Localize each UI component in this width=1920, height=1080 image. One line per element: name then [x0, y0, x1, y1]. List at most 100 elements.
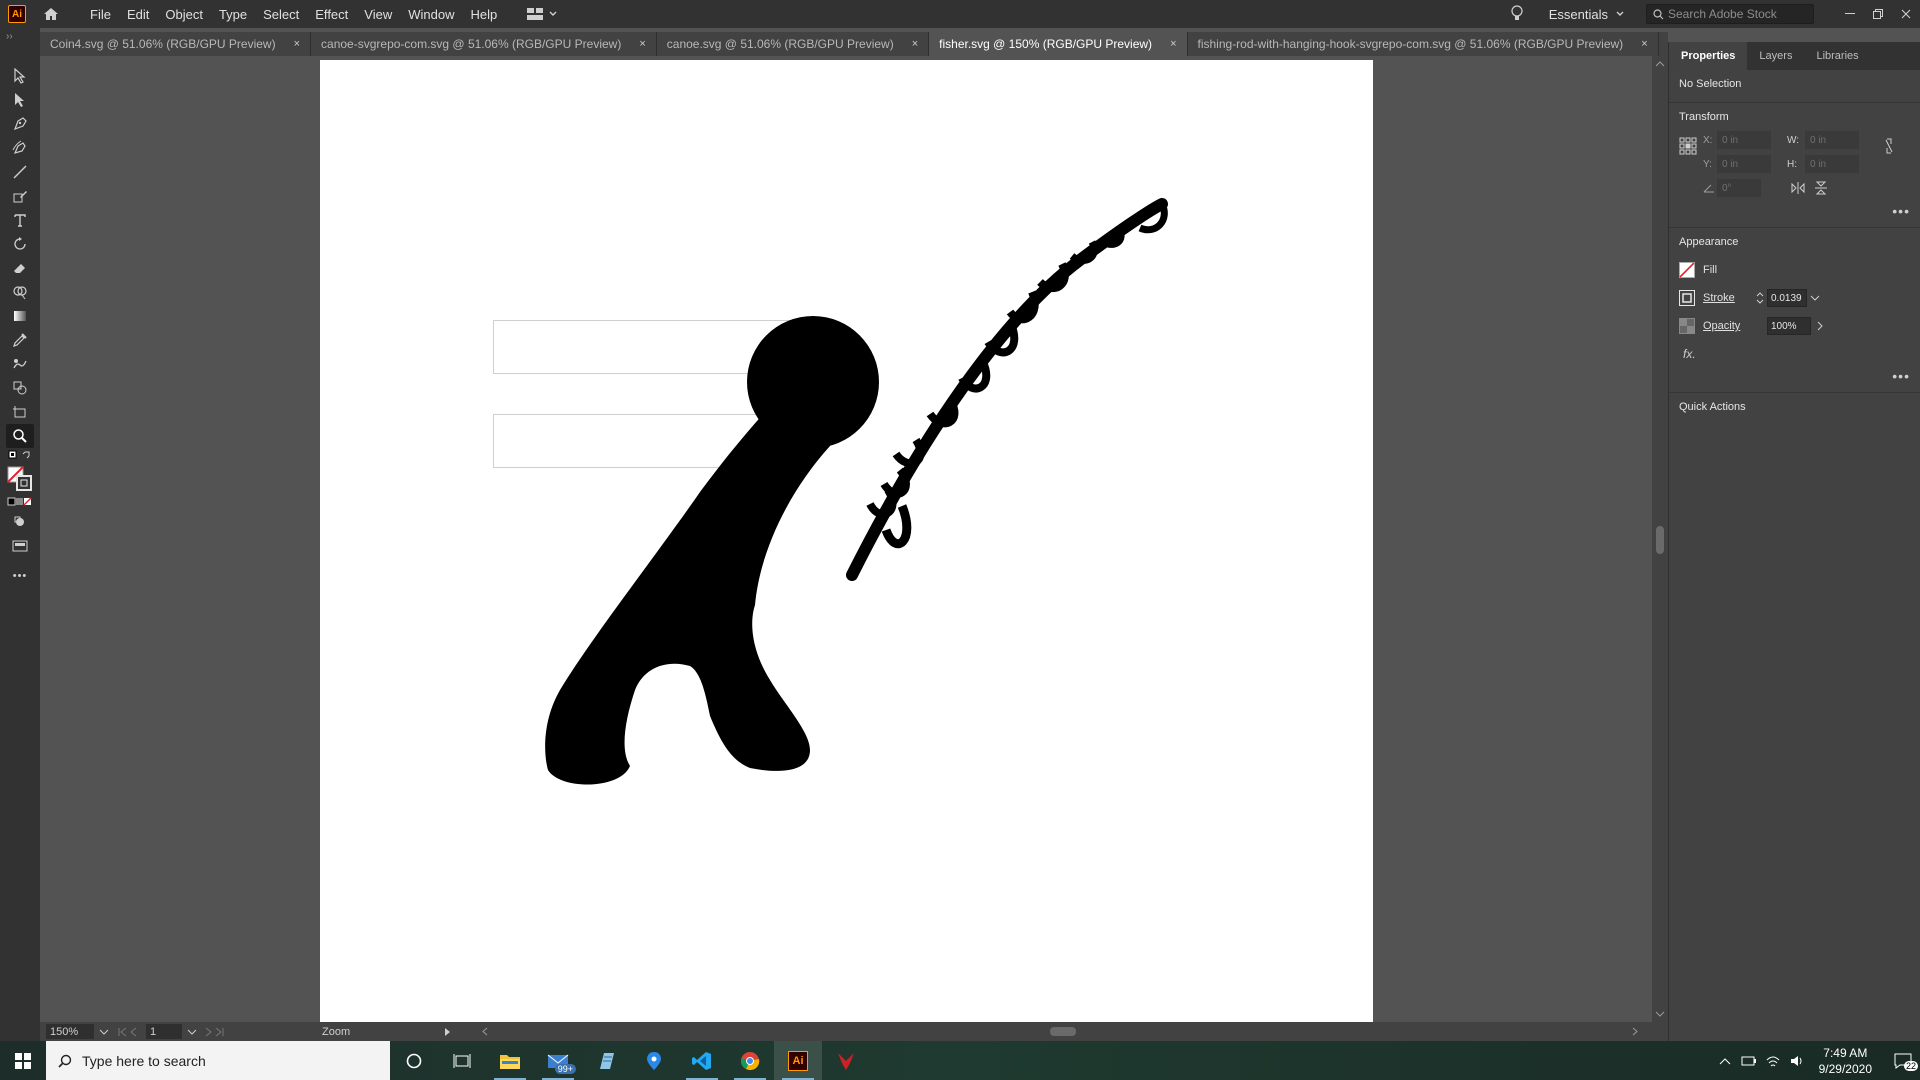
menu-object[interactable]: Object [157, 7, 211, 22]
tab-fisher[interactable]: fisher.svg @ 150% (RGB/GPU Preview) × [929, 32, 1188, 56]
next-artboard-icon[interactable] [204, 1027, 214, 1037]
chevron-right-icon[interactable] [1815, 321, 1825, 331]
restore-button[interactable] [1864, 0, 1892, 28]
horizontal-scrollbar[interactable] [480, 1025, 1640, 1038]
tab-properties[interactable]: Properties [1669, 42, 1748, 70]
menu-effect[interactable]: Effect [307, 7, 356, 22]
menu-file[interactable]: File [82, 7, 119, 22]
menu-select[interactable]: Select [255, 7, 307, 22]
vertical-scrollbar[interactable] [1652, 56, 1668, 1022]
menu-view[interactable]: View [356, 7, 400, 22]
last-artboard-icon[interactable] [214, 1027, 226, 1037]
battery-icon[interactable] [1737, 1055, 1761, 1067]
menu-help[interactable]: Help [462, 7, 505, 22]
default-fill-stroke-button[interactable] [6, 448, 34, 464]
more-appearance-options[interactable]: ••• [1679, 368, 1910, 384]
chrome-button[interactable] [726, 1041, 774, 1080]
pencil-tool[interactable] [6, 184, 34, 208]
menu-edit[interactable]: Edit [119, 7, 157, 22]
tab-layers[interactable]: Layers [1747, 42, 1804, 70]
volume-icon[interactable] [1785, 1054, 1809, 1068]
cortana-button[interactable] [390, 1041, 438, 1080]
mail-button[interactable]: 99+ [534, 1041, 582, 1080]
edit-toolbar-button[interactable]: ••• [6, 564, 34, 588]
workspace-switcher[interactable]: Essentials [1549, 7, 1624, 22]
taskbar-search-input[interactable] [82, 1052, 362, 1069]
system-clock[interactable]: 7:49 AM 9/29/2020 [1819, 1045, 1872, 1077]
file-explorer-button[interactable] [486, 1041, 534, 1080]
zoom-tool[interactable] [6, 424, 34, 448]
chevron-down-icon[interactable] [98, 1028, 110, 1036]
artboard[interactable] [320, 60, 1373, 1022]
show-hidden-icons[interactable] [1713, 1057, 1737, 1065]
start-button[interactable] [0, 1041, 46, 1080]
flip-horizontal-icon[interactable] [1791, 182, 1805, 194]
scroll-right-icon[interactable] [1630, 1025, 1640, 1038]
scroll-left-icon[interactable] [480, 1025, 490, 1038]
lightbulb-icon[interactable] [1511, 4, 1523, 24]
rotate-tool[interactable] [6, 232, 34, 256]
pen-tool[interactable] [6, 112, 34, 136]
close-tab-icon[interactable]: × [912, 38, 918, 50]
tab-canoe-svgrepo[interactable]: canoe-svgrepo-com.svg @ 51.06% (RGB/GPU … [311, 32, 657, 56]
color-mode-buttons[interactable] [6, 494, 34, 510]
blend-tool[interactable] [6, 376, 34, 400]
fx-button[interactable]: fx. [1683, 347, 1696, 361]
w-field[interactable]: 0 in [1805, 131, 1859, 149]
close-tab-icon[interactable]: × [1641, 38, 1647, 50]
scroll-up-icon[interactable] [1652, 58, 1668, 70]
more-transform-options[interactable]: ••• [1679, 203, 1910, 219]
tab-canoe[interactable]: canoe.svg @ 51.06% (RGB/GPU Preview) × [656, 32, 930, 56]
tab-fishing-rod[interactable]: fishing-rod-with-hanging-hook-svgrepo-co… [1187, 32, 1659, 56]
chevron-down-icon[interactable] [186, 1028, 198, 1036]
maps-button[interactable] [630, 1041, 678, 1080]
type-tool[interactable] [6, 208, 34, 232]
draw-mode-button[interactable] [6, 510, 34, 534]
taskbar-search[interactable] [46, 1041, 390, 1080]
network-icon[interactable] [1761, 1054, 1785, 1068]
h-field[interactable]: 0 in [1805, 155, 1859, 173]
red-app-button[interactable] [822, 1041, 870, 1080]
rotate-angle-field[interactable]: 0° [1717, 179, 1761, 197]
close-window-button[interactable] [1892, 0, 1920, 28]
gradient-tool[interactable] [6, 304, 34, 328]
chevron-down-icon[interactable] [1809, 294, 1821, 302]
toolbar-collapse-button[interactable]: ›› [0, 28, 40, 56]
stroke-weight-field[interactable]: 0.0139 [1767, 289, 1807, 307]
stepper-icon[interactable] [1755, 290, 1765, 306]
stroke-label[interactable]: Stroke [1703, 292, 1755, 304]
flip-vertical-icon[interactable] [1815, 181, 1827, 195]
fishing-rod[interactable] [846, 198, 1168, 581]
fill-stroke-swatches[interactable] [6, 464, 34, 494]
zoom-level-field[interactable]: 150% [46, 1024, 94, 1039]
close-tab-icon[interactable]: × [1170, 38, 1176, 50]
direct-selection-tool[interactable] [6, 88, 34, 112]
eraser-tool[interactable] [6, 256, 34, 280]
opacity-field[interactable]: 100% [1767, 317, 1811, 335]
y-field[interactable]: 0 in [1717, 155, 1771, 173]
home-icon[interactable] [42, 5, 60, 23]
close-tab-icon[interactable]: × [639, 38, 645, 50]
shape-builder-tool[interactable] [6, 280, 34, 304]
first-artboard-icon[interactable] [116, 1027, 128, 1037]
arrange-documents-button[interactable] [527, 8, 557, 20]
fisher-artwork[interactable] [320, 60, 1373, 1022]
selection-tool[interactable] [6, 64, 34, 88]
constrain-proportions-icon[interactable] [1883, 131, 1895, 203]
curvature-tool[interactable] [6, 136, 34, 160]
minimize-button[interactable] [1836, 0, 1864, 28]
adobe-stock-search[interactable] [1646, 4, 1814, 24]
status-menu-arrow-icon[interactable] [442, 1027, 452, 1037]
tab-coin4[interactable]: Coin4.svg @ 51.06% (RGB/GPU Preview) × [40, 32, 312, 56]
previous-artboard-icon[interactable] [128, 1027, 138, 1037]
illustrator-taskbar-button[interactable]: Ai [774, 1041, 822, 1080]
line-tool[interactable] [6, 160, 34, 184]
reference-point-icon[interactable] [1679, 131, 1703, 203]
fill-none-swatch[interactable] [1679, 262, 1695, 278]
artboard-number-field[interactable]: 1 [146, 1024, 182, 1039]
artboard-tool[interactable] [6, 400, 34, 424]
notes-app-button[interactable] [582, 1041, 630, 1080]
canvas-area[interactable] [40, 56, 1652, 1022]
opacity-label[interactable]: Opacity [1703, 320, 1755, 332]
fisher-body[interactable] [545, 410, 857, 785]
